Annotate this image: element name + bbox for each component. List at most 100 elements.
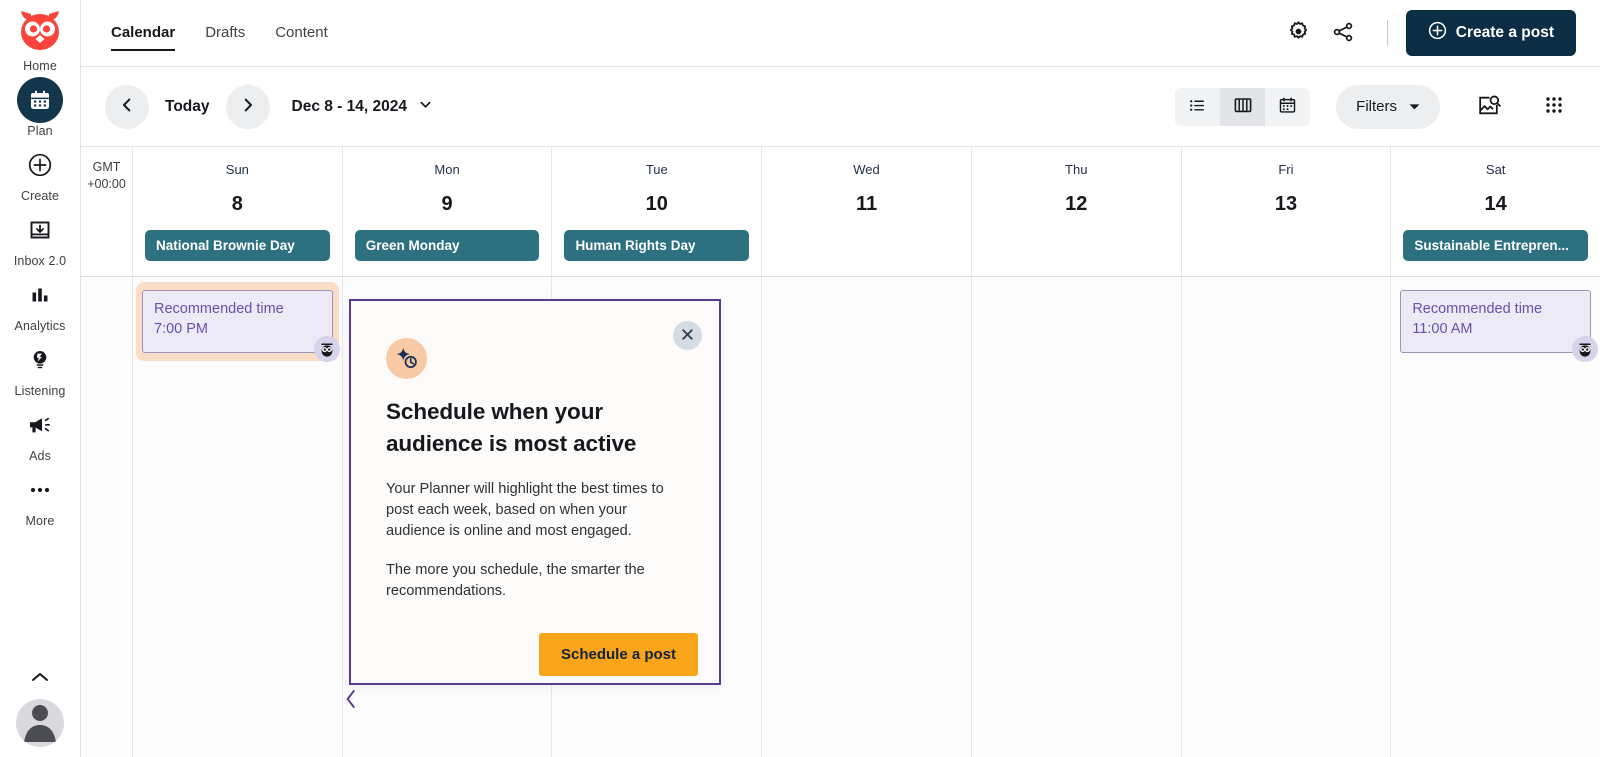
main-area: Calendar Drafts Content Create a post To… — [81, 0, 1600, 757]
timezone-gutter — [81, 277, 133, 757]
date-range-selector[interactable]: Dec 8 - 14, 2024 — [292, 97, 433, 117]
holiday-chip[interactable]: Green Monday — [354, 230, 540, 261]
onboarding-popover: Schedule when your audience is most acti… — [349, 299, 721, 685]
grid-dots-icon — [1544, 95, 1564, 118]
timezone-label: GMT +00:00 — [81, 147, 133, 276]
chevron-down-icon — [418, 97, 433, 117]
holiday-chip[interactable]: Sustainable Entrepren... — [1403, 230, 1589, 261]
user-avatar-icon — [16, 699, 64, 747]
top-bar: Calendar Drafts Content Create a post — [81, 0, 1600, 67]
sidebar-item-listening[interactable]: Listening — [0, 335, 81, 400]
sidebar-item-label: Plan — [27, 124, 53, 138]
filters-button[interactable]: Filters — [1336, 84, 1440, 129]
day-number: 11 — [855, 193, 878, 215]
sidebar-item-ads[interactable]: Ads — [0, 400, 81, 465]
holiday-label: Green Monday — [365, 238, 460, 253]
recommended-time-card-sun[interactable]: Recommended time 7:00 PM — [142, 290, 340, 363]
timezone-line1: GMT — [92, 160, 121, 174]
day-column-thu[interactable] — [972, 277, 1182, 757]
top-tabs: Calendar Drafts Content — [105, 0, 328, 67]
left-nav-rail: Home Plan Create Inbox 2.0 Analytics Lis… — [0, 0, 81, 757]
day-of-week: Tue — [645, 162, 668, 177]
view-list-button[interactable] — [1175, 87, 1221, 126]
next-week-button[interactable] — [225, 84, 270, 129]
timezone-line2: +00:00 — [87, 176, 126, 191]
calendar-grid-icon — [1278, 96, 1297, 118]
sidebar-item-more[interactable]: More — [0, 465, 81, 530]
create-post-label: Create a post — [1455, 24, 1554, 41]
day-of-week: Fri — [1278, 162, 1294, 177]
day-header-thu: Thu 12 — [972, 147, 1182, 276]
day-of-week: Sun — [225, 162, 249, 177]
apps-grid-button[interactable] — [1532, 85, 1576, 129]
settings-button[interactable] — [1277, 11, 1321, 55]
sidebar-item-home[interactable]: Home — [0, 56, 81, 75]
day-header-sat: Sat 14 Sustainable Entrepren... — [1391, 147, 1600, 276]
toolbar-divider — [1386, 20, 1388, 46]
sparkle-clock-icon — [386, 338, 427, 379]
avatar[interactable] — [16, 699, 64, 747]
sidebar-item-analytics[interactable]: Analytics — [0, 270, 81, 335]
recommended-time-title: Recommended time — [1412, 301, 1543, 317]
app-root: Home Plan Create Inbox 2.0 Analytics Lis… — [0, 0, 1600, 757]
calendar-header: GMT +00:00 Sun 8 National Brownie Day Mo… — [81, 147, 1600, 277]
owl-logo-icon[interactable] — [15, 6, 65, 54]
popover-paragraph-1: Your Planner will highlight the best tim… — [386, 480, 664, 539]
holiday-chip[interactable]: National Brownie Day — [145, 230, 330, 261]
day-number: 12 — [1065, 193, 1088, 215]
recommended-time-value: 11:00 AM — [1412, 320, 1473, 337]
day-column-fri[interactable] — [1182, 277, 1392, 757]
popover-close-button[interactable] — [673, 321, 702, 350]
popover-actions: Schedule a post — [351, 632, 719, 676]
collapse-rail-button[interactable] — [0, 664, 81, 699]
tab-content[interactable]: Content — [275, 0, 328, 67]
chevron-up-icon — [28, 670, 52, 689]
share-button[interactable] — [1321, 11, 1365, 55]
date-range-label: Dec 8 - 14, 2024 — [291, 97, 407, 115]
tab-label: Drafts — [205, 23, 246, 41]
filters-label: Filters — [1356, 98, 1397, 115]
popover-prev-pointer[interactable] — [344, 688, 358, 715]
day-of-week: Mon — [434, 162, 460, 177]
calendar-body: Recommended time 7:00 PM Recommended tim… — [81, 277, 1600, 757]
schedule-a-post-label: Schedule a post — [560, 645, 676, 663]
holiday-chip[interactable]: Human Rights Day — [564, 230, 750, 261]
recommended-time-highlight: Recommended time 7:00 PM — [136, 282, 340, 363]
sidebar-item-create[interactable]: Create — [0, 140, 81, 205]
day-column-sun[interactable]: Recommended time 7:00 PM — [133, 277, 343, 757]
sidebar-item-inbox[interactable]: Inbox 2.0 — [0, 205, 81, 270]
chevron-right-icon — [239, 96, 257, 117]
media-search-button[interactable] — [1466, 85, 1510, 129]
plus-circle-icon — [1428, 21, 1447, 45]
day-number: 13 — [1274, 193, 1298, 215]
prev-week-button[interactable] — [105, 84, 149, 129]
day-column-wed[interactable] — [762, 277, 972, 757]
sidebar-item-plan[interactable]: Plan — [0, 75, 81, 140]
create-post-button[interactable]: Create a post — [1405, 10, 1576, 56]
tab-label: Content — [275, 23, 328, 41]
day-of-week: Thu — [1065, 162, 1088, 177]
inbox-icon — [17, 207, 63, 253]
tab-drafts[interactable]: Drafts — [205, 0, 245, 67]
chevron-left-icon — [344, 690, 358, 714]
day-of-week: Wed — [853, 162, 880, 177]
day-header-fri: Fri 13 — [1182, 147, 1392, 276]
schedule-a-post-button[interactable]: Schedule a post — [538, 632, 698, 676]
sidebar-item-label: Analytics — [14, 319, 66, 333]
day-header-tue: Tue 10 Human Rights Day — [552, 147, 763, 276]
recommended-time-wrap-sat: Recommended time 11:00 AM — [1400, 290, 1599, 363]
day-column-sat[interactable]: Recommended time 11:00 AM — [1391, 277, 1600, 757]
day-number: 9 — [441, 193, 453, 215]
popover-title: Schedule when your audience is most acti… — [386, 399, 637, 456]
today-button[interactable]: Today — [149, 98, 226, 116]
tab-calendar[interactable]: Calendar — [111, 0, 176, 67]
day-header-wed: Wed 11 — [762, 147, 972, 276]
recommended-time-value: 7:00 PM — [154, 320, 208, 337]
view-week-button[interactable] — [1220, 87, 1266, 126]
day-number: 8 — [231, 193, 243, 215]
recommended-time-card-sat[interactable]: Recommended time 11:00 AM — [1400, 290, 1599, 363]
lightbulb-icon — [17, 337, 63, 383]
view-month-button[interactable] — [1265, 87, 1311, 126]
toolbar-right-actions: Filters — [1175, 84, 1576, 129]
sidebar-item-label: Ads — [29, 449, 51, 463]
